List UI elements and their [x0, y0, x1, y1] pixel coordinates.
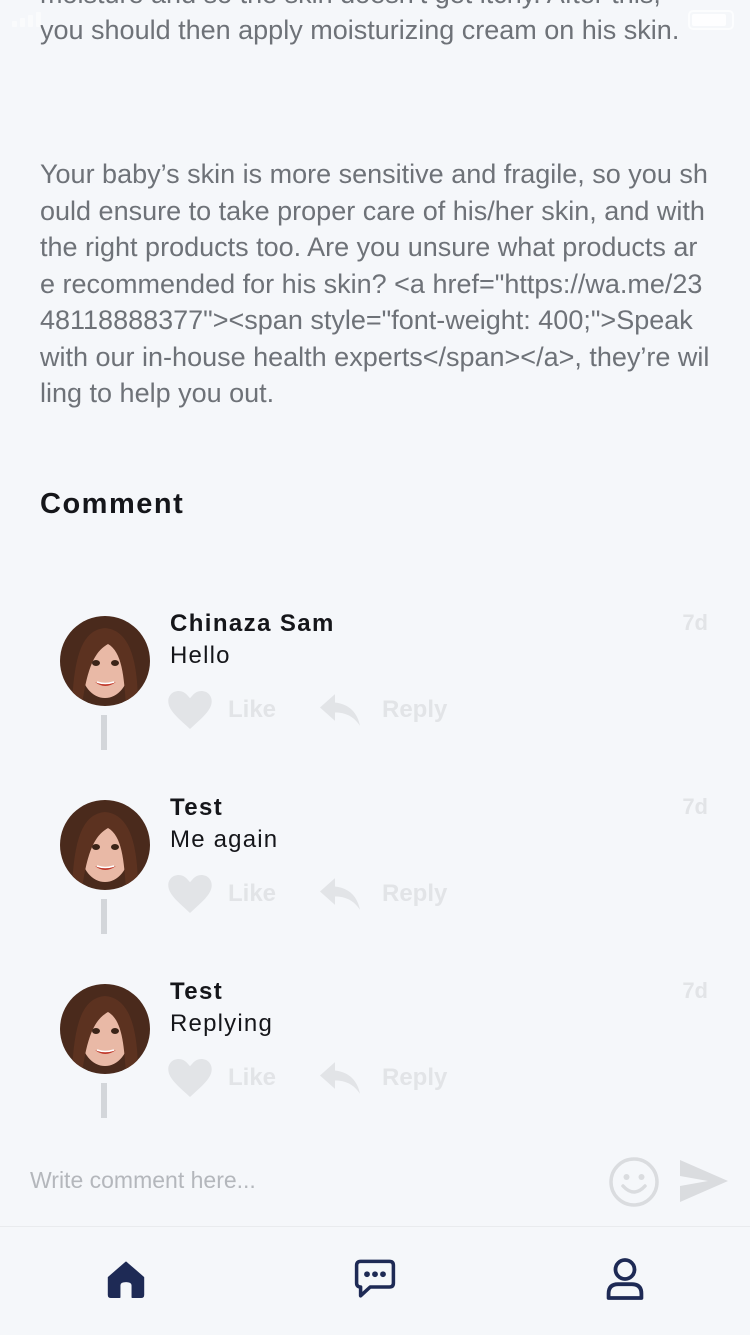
reply-label: Reply — [382, 1064, 448, 1091]
comment-timestamp: 7d — [682, 794, 708, 819]
reply-label: Reply — [382, 880, 448, 907]
reply-button[interactable]: Reply — [320, 1058, 447, 1098]
comment-timestamp: 7d — [682, 610, 708, 635]
reply-arrow-icon — [320, 878, 360, 910]
profile-icon — [606, 1258, 644, 1300]
heart-icon — [168, 691, 212, 729]
avatar-image — [60, 616, 150, 706]
comment-item: Test Replying 7d Like Reply — [0, 978, 750, 1154]
reply-arrow-icon — [320, 694, 360, 726]
battery-icon — [688, 10, 734, 30]
thread-line — [101, 899, 107, 934]
emoji-button[interactable] — [608, 1156, 660, 1208]
heart-icon — [168, 875, 212, 913]
heart-icon — [168, 1059, 212, 1097]
send-button[interactable] — [680, 1160, 728, 1202]
thread-line — [101, 715, 107, 750]
comment-author[interactable]: Chinaza Sam — [170, 610, 335, 638]
comment-input[interactable] — [30, 1160, 570, 1200]
nav-home[interactable] — [104, 1255, 148, 1303]
comment-item: Chinaza Sam Hello 7d Like Reply — [0, 610, 750, 786]
avatar[interactable] — [60, 616, 150, 706]
thread-line — [101, 1083, 107, 1118]
home-icon — [107, 1261, 145, 1298]
comment-author[interactable]: Test — [170, 794, 223, 822]
nav-messages[interactable] — [353, 1255, 397, 1303]
comment-text: Hello — [170, 642, 231, 669]
status-bar — [0, 0, 750, 40]
article-paragraph: Your baby’s skin is more sensitive and f… — [40, 159, 710, 408]
like-label: Like — [228, 880, 277, 907]
avatar[interactable] — [60, 984, 150, 1074]
comment-section-heading: Comment — [40, 488, 185, 520]
avatar-image — [60, 800, 150, 890]
reply-label: Reply — [382, 696, 448, 723]
like-label: Like — [228, 1064, 277, 1091]
send-icon — [680, 1160, 728, 1202]
comment-timestamp: 7d — [682, 978, 708, 1003]
chat-icon — [354, 1259, 396, 1298]
bottom-navigation — [0, 1226, 750, 1335]
nav-profile[interactable] — [603, 1255, 647, 1303]
comment-composer — [0, 1150, 750, 1212]
comment-author[interactable]: Test — [170, 978, 223, 1006]
smiley-icon — [609, 1157, 659, 1207]
avatar[interactable] — [60, 800, 150, 890]
signal-icon — [12, 12, 41, 27]
comment-text: Me again — [170, 826, 279, 853]
comment-text: Replying — [170, 1010, 273, 1037]
like-button[interactable]: Like — [168, 1058, 276, 1098]
like-button[interactable]: Like — [168, 690, 276, 730]
reply-button[interactable]: Reply — [320, 874, 447, 914]
comment-item: Test Me again 7d Like Reply — [0, 794, 750, 970]
reply-button[interactable]: Reply — [320, 690, 447, 730]
like-label: Like — [228, 696, 277, 723]
reply-arrow-icon — [320, 1062, 360, 1094]
like-button[interactable]: Like — [168, 874, 276, 914]
avatar-image — [60, 984, 150, 1074]
